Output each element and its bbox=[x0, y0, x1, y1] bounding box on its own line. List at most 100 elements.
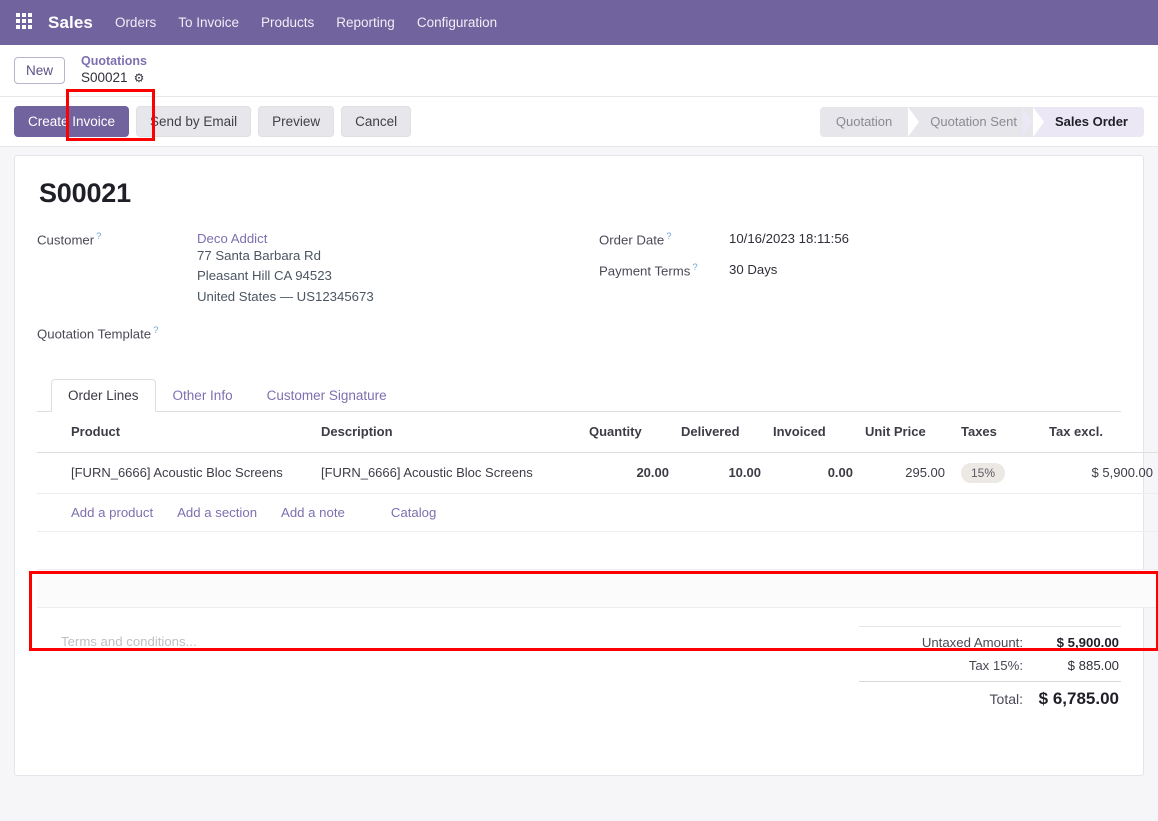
add-links-cell: Add a product Add a section Add a note C… bbox=[37, 493, 1158, 532]
field-label-order-date: Order Date? bbox=[599, 231, 729, 247]
cell-taxes[interactable]: 15% bbox=[951, 452, 1043, 494]
order-lines-header-row: Product Description Quantity Delivered I… bbox=[37, 411, 1158, 453]
field-quotation-template: Quotation Template? bbox=[37, 325, 597, 341]
column-header-tax-excl[interactable]: Tax excl. bbox=[1043, 411, 1158, 453]
field-payment-terms: Payment Terms? 30 Days bbox=[599, 262, 1121, 278]
column-header-taxes[interactable]: Taxes bbox=[951, 411, 1043, 453]
order-lines-table: Product Description Quantity Delivered I… bbox=[37, 411, 1158, 608]
customer-address-line-2: Pleasant Hill CA 94523 bbox=[197, 268, 332, 284]
payment-terms-label-text: Payment Terms bbox=[599, 263, 691, 279]
column-header-product[interactable]: Product bbox=[37, 411, 315, 453]
nav-item-products[interactable]: Products bbox=[261, 15, 314, 30]
record-form: Customer? Deco Addict 77 Santa Barbara R… bbox=[37, 231, 1121, 357]
breadcrumb-parent-quotations[interactable]: Quotations bbox=[81, 54, 147, 70]
sheet-footer: Terms and conditions... Untaxed Amount: … bbox=[37, 625, 1121, 713]
top-navbar: Sales Orders To Invoice Products Reporti… bbox=[0, 0, 1158, 45]
add-a-note-link[interactable]: Add a note bbox=[281, 505, 345, 520]
cell-quantity[interactable]: 20.00 bbox=[583, 452, 675, 494]
field-value-order-date[interactable]: 10/16/2023 18:11:56 bbox=[729, 231, 849, 247]
empty-filler-cell bbox=[37, 569, 1158, 608]
create-invoice-button[interactable]: Create Invoice bbox=[14, 106, 130, 137]
totals-panel: Untaxed Amount: $ 5,900.00 Tax 15%: $ 88… bbox=[859, 625, 1121, 713]
total-row-tax: Tax 15%: $ 885.00 bbox=[859, 654, 1121, 677]
cell-tax-excl[interactable]: $ 5,900.00 bbox=[1043, 452, 1158, 494]
tax-label: Tax 15%: bbox=[968, 657, 1023, 673]
help-marker-icon[interactable]: ? bbox=[666, 231, 671, 242]
customer-address-line-1: 77 Santa Barbara Rd bbox=[197, 248, 321, 263]
breadcrumb-current-label: S00021 bbox=[81, 69, 128, 85]
empty-filler-row bbox=[37, 569, 1158, 608]
untaxed-amount-label: Untaxed Amount: bbox=[921, 634, 1023, 650]
nav-item-reporting[interactable]: Reporting bbox=[336, 15, 395, 30]
nav-item-orders[interactable]: Orders bbox=[115, 15, 156, 30]
order-lines-body: [FURN_6666] Acoustic Bloc Screens [FURN_… bbox=[37, 452, 1158, 608]
table-row[interactable]: [FURN_6666] Acoustic Bloc Screens [FURN_… bbox=[37, 452, 1158, 494]
send-by-email-button[interactable]: Send by Email bbox=[136, 106, 252, 137]
quotation-template-label-text: Quotation Template bbox=[37, 326, 152, 342]
column-header-delivered[interactable]: Delivered bbox=[675, 411, 767, 453]
terms-placeholder: Terms and conditions... bbox=[61, 633, 197, 649]
apps-grid-icon[interactable] bbox=[16, 12, 36, 33]
preview-button[interactable]: Preview bbox=[258, 106, 335, 137]
customer-address-line-3: United States — US12345673 bbox=[197, 288, 374, 304]
cell-product[interactable]: [FURN_6666] Acoustic Bloc Screens bbox=[37, 452, 315, 494]
breadcrumb: Quotations S00021 ⚙ bbox=[73, 51, 155, 90]
field-customer: Customer? Deco Addict 77 Santa Barbara R… bbox=[37, 231, 597, 307]
total-row-untaxed: Untaxed Amount: $ 5,900.00 bbox=[859, 631, 1121, 654]
tax-badge: 15% bbox=[961, 462, 1006, 483]
customer-name-link[interactable]: Deco Addict bbox=[197, 231, 374, 246]
empty-filler-row bbox=[37, 531, 1158, 570]
new-button[interactable]: New bbox=[14, 57, 66, 84]
total-row-grand: Total: $ 6,785.00 bbox=[859, 680, 1121, 713]
field-value-payment-terms[interactable]: 30 Days bbox=[729, 262, 777, 278]
add-links-container: Add a product Add a section Add a note C… bbox=[43, 505, 1158, 520]
column-header-invoiced[interactable]: Invoiced bbox=[767, 411, 859, 453]
tab-order-lines[interactable]: Order Lines bbox=[51, 378, 156, 412]
tab-customer-signature[interactable]: Customer Signature bbox=[250, 379, 404, 412]
app-brand-sales[interactable]: Sales bbox=[48, 13, 93, 33]
cell-description[interactable]: [FURN_6666] Acoustic Bloc Screens bbox=[315, 452, 583, 494]
breadcrumb-current-record: S00021 ⚙ bbox=[81, 70, 147, 87]
add-a-section-link[interactable]: Add a section bbox=[177, 505, 257, 520]
customer-label-text: Customer bbox=[37, 232, 95, 248]
nav-item-configuration[interactable]: Configuration bbox=[417, 15, 497, 30]
status-stage-sales-order[interactable]: Sales Order bbox=[1022, 106, 1144, 137]
gear-icon[interactable]: ⚙ bbox=[134, 72, 145, 84]
help-marker-icon[interactable]: ? bbox=[96, 231, 101, 242]
terms-and-conditions-field[interactable]: Terms and conditions... bbox=[37, 626, 859, 713]
column-header-description[interactable]: Description bbox=[315, 411, 583, 453]
field-label-payment-terms: Payment Terms? bbox=[599, 262, 729, 278]
notebook-tabs: Order Lines Other Info Customer Signatur… bbox=[37, 378, 1121, 412]
total-label: Total: bbox=[989, 690, 1023, 707]
column-header-quantity[interactable]: Quantity bbox=[583, 411, 675, 453]
cell-delivered[interactable]: 10.00 bbox=[675, 452, 767, 494]
record-sheet: S00021 Customer? Deco Addict 77 Santa Ba… bbox=[14, 155, 1158, 776]
page-title: S00021 bbox=[39, 178, 131, 208]
field-order-date: Order Date? 10/16/2023 18:11:56 bbox=[599, 231, 1121, 247]
cancel-button[interactable]: Cancel bbox=[341, 106, 412, 137]
help-marker-icon[interactable]: ? bbox=[692, 262, 697, 273]
order-lines-head: Product Description Quantity Delivered I… bbox=[37, 411, 1158, 453]
order-date-label-text: Order Date bbox=[599, 232, 665, 248]
control-panel-breadcrumb-row: New Quotations S00021 ⚙ bbox=[0, 45, 1158, 141]
add-links-row: Add a product Add a section Add a note C… bbox=[37, 493, 1158, 532]
tab-other-info[interactable]: Other Info bbox=[156, 379, 250, 412]
sheet-wrapper: S00021 Customer? Deco Addict 77 Santa Ba… bbox=[0, 147, 1158, 776]
status-stage-quotation-sent[interactable]: Quotation Sent bbox=[908, 106, 1044, 137]
total-value: $ 6,785.00 bbox=[1038, 688, 1119, 708]
status-stage-quotation[interactable]: Quotation bbox=[820, 106, 920, 137]
add-a-product-link[interactable]: Add a product bbox=[71, 505, 153, 520]
column-header-unit-price[interactable]: Unit Price bbox=[859, 411, 951, 453]
status-pipeline: Quotation Quotation Sent Sales Order bbox=[819, 106, 1144, 137]
nav-item-to-invoice[interactable]: To Invoice bbox=[178, 15, 239, 30]
field-value-customer: Deco Addict 77 Santa Barbara Rd Pleasant… bbox=[197, 231, 374, 307]
field-label-customer: Customer? bbox=[37, 231, 197, 307]
cell-invoiced[interactable]: 0.00 bbox=[767, 452, 859, 494]
untaxed-amount-value: $ 5,900.00 bbox=[1056, 634, 1119, 650]
help-marker-icon[interactable]: ? bbox=[153, 325, 158, 336]
form-column-right: Order Date? 10/16/2023 18:11:56 Payment … bbox=[597, 231, 1121, 357]
catalog-link[interactable]: Catalog bbox=[391, 505, 436, 520]
tax-value: $ 885.00 bbox=[1067, 657, 1119, 673]
empty-filler-cell bbox=[37, 531, 1158, 570]
cell-unit-price[interactable]: 295.00 bbox=[859, 452, 951, 494]
